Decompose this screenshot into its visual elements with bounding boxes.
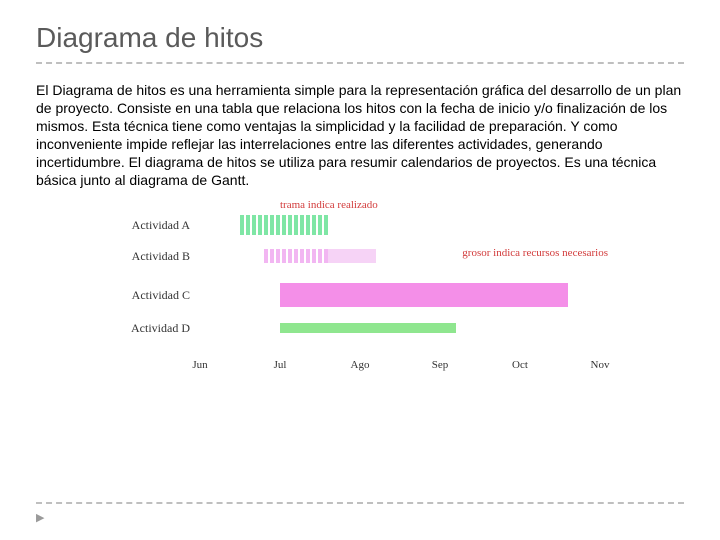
chart-plot-area: Actividad A Actividad B Actividad C Activid… (110, 201, 610, 371)
activity-label: Actividad B (110, 249, 190, 263)
x-tick: Sep (432, 359, 449, 371)
divider-top (36, 62, 684, 64)
chart-row: Actividad C (110, 283, 610, 307)
bar-track (200, 215, 600, 235)
body-paragraph: El Diagrama de hitos es una herramienta … (36, 82, 684, 189)
activity-label: Actividad D (110, 323, 190, 333)
bar-done (264, 249, 328, 263)
x-tick: Jul (274, 359, 287, 371)
activity-label: Actividad A (110, 215, 190, 235)
bar-track (200, 323, 600, 333)
chart-row: Actividad A (110, 215, 610, 235)
bar-remaining (280, 283, 568, 307)
slide-nav-icon: ▶ (36, 511, 44, 524)
bar-track (200, 283, 600, 307)
chart-row: Actividad B (110, 249, 610, 263)
x-axis-ticks: JunJulAgoSepOctNov (200, 359, 600, 375)
x-tick: Jun (192, 359, 207, 371)
milestone-chart: trama indica realizado grosor indica rec… (110, 201, 610, 371)
x-tick: Ago (351, 359, 370, 371)
bar-remaining (280, 323, 456, 333)
divider-bottom (36, 502, 684, 504)
bar-track (200, 249, 600, 263)
x-tick: Oct (512, 359, 528, 371)
bar-done (240, 215, 328, 235)
x-tick: Nov (591, 359, 610, 371)
page-title: Diagrama de hitos (36, 22, 684, 54)
chart-row: Actividad D (110, 323, 610, 333)
slide: Diagrama de hitos El Diagrama de hitos e… (0, 0, 720, 540)
activity-label: Actividad C (110, 283, 190, 307)
